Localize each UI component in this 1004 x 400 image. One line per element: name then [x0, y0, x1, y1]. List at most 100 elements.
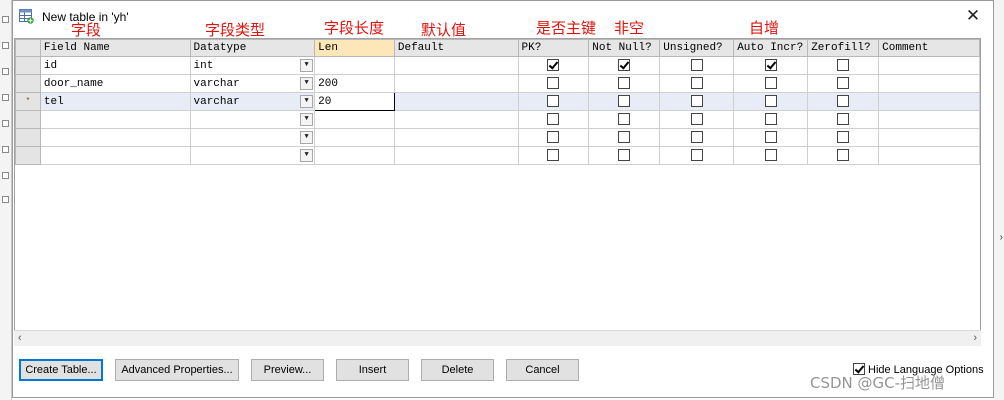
field-name-cell[interactable]	[39, 110, 191, 129]
close-icon[interactable]: ✕	[963, 6, 983, 26]
horizontal-scrollbar[interactable]: ‹ ›	[14, 330, 981, 346]
field-name-cell[interactable]: tel	[39, 92, 191, 111]
pk-checkbox[interactable]	[547, 113, 560, 126]
table-row[interactable]: * tel varchar ▼ 20	[15, 92, 980, 111]
field-name-cell[interactable]	[39, 128, 191, 147]
len-cell[interactable]: 200	[314, 74, 395, 93]
row-header[interactable]	[15, 74, 41, 93]
cancel-button[interactable]: Cancel	[506, 359, 579, 381]
unsigned-checkbox[interactable]	[690, 149, 703, 162]
field-name-cell[interactable]: door_name	[39, 74, 191, 93]
pk-checkbox[interactable]	[547, 95, 560, 108]
row-header[interactable]	[15, 56, 41, 75]
chevron-down-icon[interactable]: ▼	[300, 95, 314, 108]
scroll-right-icon[interactable]: ›	[973, 332, 977, 344]
comment-cell[interactable]	[878, 74, 980, 93]
column-header-default[interactable]: Default	[393, 39, 519, 57]
not-null-checkbox[interactable]	[618, 77, 631, 90]
default-cell[interactable]	[393, 56, 519, 75]
not-null-checkbox[interactable]	[618, 113, 631, 126]
zerofill-checkbox[interactable]	[837, 113, 850, 126]
unsigned-checkbox[interactable]	[690, 113, 703, 126]
auto-incr-checkbox[interactable]	[764, 149, 777, 162]
unsigned-checkbox[interactable]	[690, 95, 703, 108]
scroll-right-icon[interactable]: ›	[1000, 232, 1003, 243]
field-name-cell[interactable]: id	[39, 56, 191, 75]
chevron-down-icon[interactable]: ▼	[300, 113, 314, 126]
datatype-cell[interactable]: ▼	[189, 110, 316, 129]
unsigned-checkbox[interactable]	[690, 59, 703, 72]
comment-cell[interactable]	[878, 146, 980, 165]
auto-incr-checkbox[interactable]	[764, 95, 777, 108]
row-header[interactable]: *	[15, 92, 41, 111]
zerofill-checkbox[interactable]	[837, 131, 850, 144]
default-cell[interactable]	[393, 146, 519, 165]
table-row[interactable]: ▼	[15, 146, 980, 165]
advanced-properties-button[interactable]: Advanced Properties...	[115, 359, 239, 381]
chevron-down-icon[interactable]: ▼	[300, 149, 314, 162]
zerofill-checkbox[interactable]	[837, 59, 850, 72]
len-cell[interactable]	[314, 56, 395, 75]
comment-cell[interactable]	[878, 110, 980, 129]
default-cell[interactable]	[393, 110, 519, 129]
auto-incr-checkbox[interactable]	[764, 77, 777, 90]
datatype-cell[interactable]: int ▼	[189, 56, 316, 75]
not-null-checkbox[interactable]	[618, 59, 631, 72]
column-header-datatype[interactable]: Datatype	[189, 39, 316, 57]
field-name-cell[interactable]	[39, 146, 191, 165]
comment-cell[interactable]	[878, 92, 980, 111]
auto-incr-checkbox[interactable]	[764, 131, 777, 144]
datatype-cell[interactable]: ▼	[189, 146, 316, 165]
datatype-cell[interactable]: varchar ▼	[189, 92, 316, 111]
len-cell[interactable]: 20	[314, 92, 395, 111]
column-header-not-null[interactable]: Not Null?	[588, 39, 661, 57]
zerofill-checkbox[interactable]	[837, 77, 850, 90]
not-null-checkbox[interactable]	[618, 149, 631, 162]
row-header[interactable]	[15, 128, 41, 147]
column-header-unsigned[interactable]: Unsigned?	[659, 39, 735, 57]
column-header-auto-incr[interactable]: Auto Incr?	[733, 39, 809, 57]
auto-incr-checkbox[interactable]	[764, 59, 777, 72]
unsigned-checkbox[interactable]	[690, 131, 703, 144]
row-header[interactable]	[15, 110, 41, 129]
insert-button[interactable]: Insert	[336, 359, 409, 381]
unsigned-checkbox[interactable]	[690, 77, 703, 90]
table-row[interactable]: id int ▼	[15, 56, 980, 75]
zerofill-checkbox[interactable]	[837, 95, 850, 108]
pk-checkbox[interactable]	[547, 77, 560, 90]
table-row[interactable]: ▼	[15, 128, 980, 147]
not-null-checkbox[interactable]	[618, 131, 631, 144]
column-header-len[interactable]: Len	[314, 39, 395, 57]
len-cell[interactable]	[314, 146, 395, 165]
datatype-cell[interactable]: ▼	[189, 128, 316, 147]
zerofill-checkbox[interactable]	[837, 149, 850, 162]
pk-checkbox[interactable]	[547, 149, 560, 162]
chevron-down-icon[interactable]: ▼	[300, 77, 314, 90]
delete-button[interactable]: Delete	[421, 359, 494, 381]
table-row[interactable]: ▼	[15, 110, 980, 129]
comment-cell[interactable]	[878, 128, 980, 147]
column-header-comment[interactable]: Comment	[878, 39, 980, 57]
auto-incr-cell	[733, 92, 809, 111]
comment-cell[interactable]	[878, 56, 980, 75]
datatype-cell[interactable]: varchar ▼	[189, 74, 316, 93]
row-header[interactable]	[15, 146, 41, 165]
create-table-button[interactable]: Create Table...	[19, 359, 103, 381]
pk-checkbox[interactable]	[547, 131, 560, 144]
chevron-down-icon[interactable]: ▼	[300, 59, 314, 72]
auto-incr-checkbox[interactable]	[764, 113, 777, 126]
pk-checkbox[interactable]	[547, 59, 560, 72]
column-header-pk[interactable]: PK?	[517, 39, 590, 57]
scroll-left-icon[interactable]: ‹	[18, 332, 22, 344]
preview-button[interactable]: Preview...	[251, 359, 324, 381]
len-cell[interactable]	[314, 128, 395, 147]
column-header-zerofill[interactable]: Zerofill?	[807, 39, 880, 57]
column-header-field-name[interactable]: Field Name	[39, 39, 191, 57]
chevron-down-icon[interactable]: ▼	[300, 131, 314, 144]
default-cell[interactable]	[393, 74, 519, 93]
table-row[interactable]: door_name varchar ▼ 200	[15, 74, 980, 93]
not-null-checkbox[interactable]	[618, 95, 631, 108]
default-cell[interactable]	[393, 128, 519, 147]
default-cell[interactable]	[393, 92, 519, 111]
len-cell[interactable]	[314, 110, 395, 129]
